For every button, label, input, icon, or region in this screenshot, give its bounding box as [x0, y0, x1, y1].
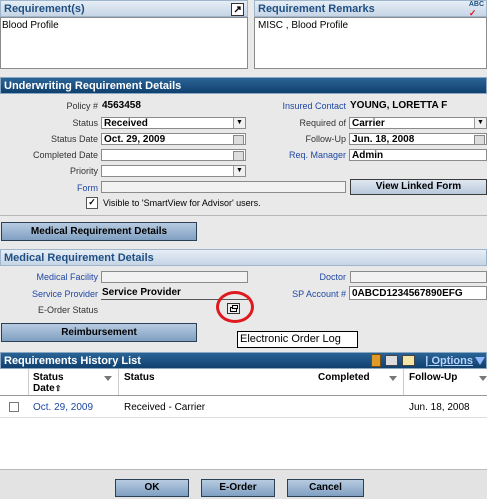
calendar-icon[interactable] [474, 135, 485, 144]
doctor-label[interactable]: Doctor [319, 272, 346, 282]
chevron-down-icon: ▼ [233, 118, 245, 128]
chevron-down-icon: ▼ [233, 166, 245, 176]
expand-icon[interactable] [231, 3, 244, 16]
followup-date-field[interactable]: Jun. 18, 2008 [349, 133, 487, 145]
required-of-select[interactable]: Carrier ▼ [349, 117, 487, 129]
req-manager-label[interactable]: Req. Manager [289, 150, 346, 160]
row-followup: Jun. 18, 2008 [409, 402, 470, 413]
status-label: Status [72, 118, 98, 128]
eorder-status-label: E-Order Status [37, 305, 98, 315]
reimbursement-button[interactable]: Reimbursement [1, 323, 197, 342]
form-field[interactable] [101, 181, 346, 193]
policy-label: Policy # [66, 101, 98, 111]
requirements-header: Requirement(s) [0, 0, 248, 17]
status-date-label: Status Date [50, 134, 98, 144]
remarks-header: Requirement Remarks ABC ✓ [254, 0, 487, 18]
chevron-down-icon: ▼ [474, 118, 486, 128]
filter-icon[interactable] [479, 376, 487, 381]
table-row[interactable]: Oct. 29, 2009 Received - Carrier Jun. 18… [0, 399, 487, 415]
medical-facility-label[interactable]: Medical Facility [36, 272, 98, 282]
medical-facility-field[interactable] [101, 271, 248, 283]
ok-button[interactable]: OK [115, 479, 189, 497]
column-select [0, 369, 29, 395]
insured-contact-value: YOUNG, LORETTA F [350, 100, 448, 111]
row-status-date[interactable]: Oct. 29, 2009 [33, 402, 93, 413]
filter-icon[interactable] [389, 376, 397, 381]
tooltip: Electronic Order Log [237, 331, 358, 348]
column-completed[interactable]: Completed [318, 372, 370, 383]
column-status-date[interactable]: Status Date⇧ [33, 372, 64, 394]
status-date-field[interactable]: Oct. 29, 2009 [101, 133, 246, 145]
calendar-icon[interactable] [233, 135, 244, 144]
completed-date-field[interactable] [101, 149, 246, 161]
table-body: Oct. 29, 2009 Received - Carrier Jun. 18… [0, 396, 487, 469]
print-icon[interactable] [385, 355, 398, 366]
filter-icon[interactable] [104, 376, 112, 381]
visible-checkbox[interactable]: ✓ [86, 197, 98, 209]
doctor-field[interactable] [350, 271, 487, 283]
status-select[interactable]: Received ▼ [101, 117, 246, 129]
cancel-button[interactable]: Cancel [287, 479, 364, 497]
required-of-label: Required of [299, 118, 346, 128]
followup-label: Follow-Up [305, 134, 346, 144]
trash-icon[interactable] [371, 354, 381, 367]
underwriting-header: Underwriting Requirement Details [0, 77, 487, 94]
requirements-title: Requirement(s) [4, 3, 85, 15]
row-status: Received - Carrier [124, 402, 206, 413]
insured-contact-label[interactable]: Insured Contact [282, 101, 346, 111]
export-icon[interactable] [402, 355, 415, 366]
highlight-circle [216, 291, 254, 323]
options-link[interactable]: | Options [425, 355, 473, 367]
sp-account-field[interactable]: 0ABCD1234567890EFG [349, 286, 487, 300]
history-header: Requirements History List | Options [0, 352, 487, 369]
priority-label: Priority [69, 166, 98, 176]
view-linked-form-button[interactable]: View Linked Form [350, 179, 487, 195]
row-checkbox[interactable] [9, 402, 19, 412]
sort-arrow-icon: ⇧ [54, 384, 62, 393]
medical-details-button[interactable]: Medical Requirement Details [1, 222, 197, 241]
triangle-down-icon[interactable] [475, 357, 485, 365]
remarks-textarea[interactable]: MISC , Blood Profile [254, 17, 487, 69]
priority-select[interactable]: ▼ [101, 165, 246, 177]
requirement-value: Blood Profile [2, 20, 59, 31]
remarks-title: Requirement Remarks [258, 3, 375, 15]
calendar-icon[interactable] [233, 151, 244, 160]
requirement-textarea[interactable]: Blood Profile [0, 17, 248, 69]
service-provider-label[interactable]: Service Provider [32, 289, 98, 299]
column-status[interactable]: Status [124, 372, 155, 383]
divider [0, 215, 487, 216]
sp-account-label: SP Account # [292, 289, 346, 299]
visible-checkbox-label: Visible to 'SmartView for Advisor' users… [103, 198, 261, 208]
table-header: Status Date⇧ Status Completed Follow-Up [0, 369, 487, 396]
policy-value: 4563458 [102, 100, 141, 111]
req-manager-field[interactable]: Admin [349, 149, 487, 161]
eorder-button[interactable]: E-Order [201, 479, 275, 497]
service-provider-value: Service Provider [102, 287, 181, 298]
medical-header: Medical Requirement Details [0, 249, 487, 266]
form-label[interactable]: Form [77, 183, 98, 193]
remarks-value: MISC , Blood Profile [258, 20, 349, 31]
completed-date-label: Completed Date [32, 150, 98, 160]
column-followup[interactable]: Follow-Up [409, 372, 457, 383]
